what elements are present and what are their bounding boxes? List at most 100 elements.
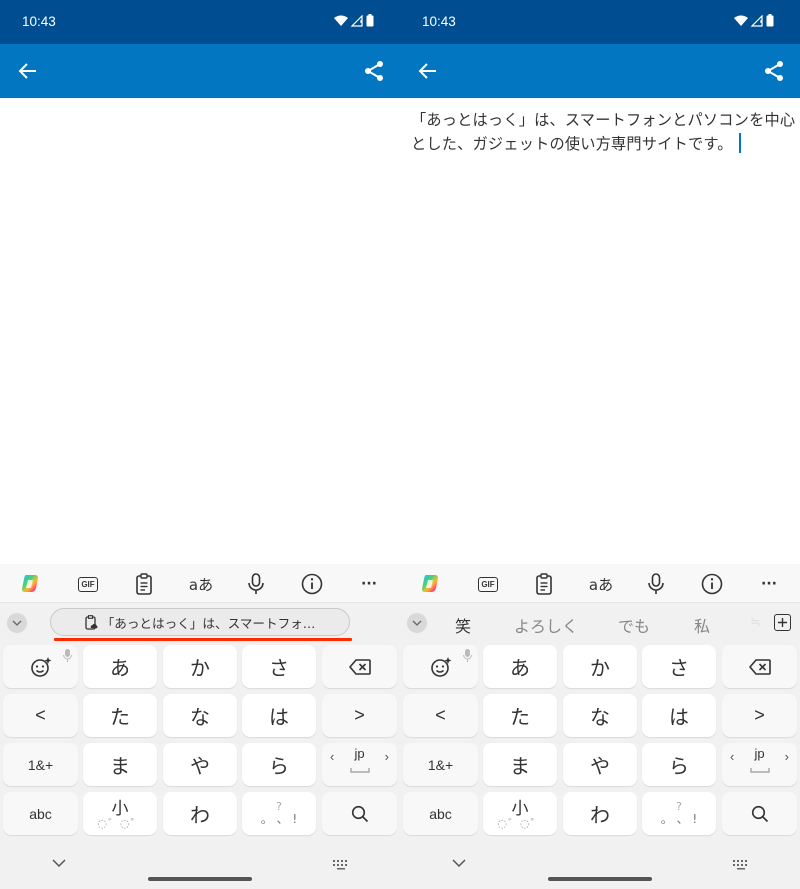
key-small-dakuten[interactable]: 小 ◌゛◌゜ xyxy=(83,792,157,835)
space-key[interactable]: ‹ jp › xyxy=(322,743,397,786)
candidate-3[interactable]: でも xyxy=(618,613,650,637)
candidate-1[interactable]: 笑 xyxy=(455,613,471,637)
emoji-sparkle-icon xyxy=(430,656,451,677)
suggestion-bar: 「あっとはっく」は、スマートフォ… xyxy=(0,604,400,644)
emoji-sparkle-icon xyxy=(30,656,51,677)
key-ma[interactable]: ま xyxy=(83,743,157,786)
clipboard-suggestion-chip[interactable]: 「あっとはっく」は、スマートフォ… xyxy=(50,608,350,636)
text-editor[interactable] xyxy=(0,98,400,564)
keyboard-switch-icon[interactable] xyxy=(332,859,350,871)
search-icon xyxy=(751,805,768,822)
key-small-dakuten[interactable]: 小 ◌゛◌゜ xyxy=(483,792,557,835)
keyboard-switch-icon[interactable] xyxy=(732,859,750,871)
numbers-symbols-key[interactable]: 1&+ xyxy=(3,743,78,786)
key-a[interactable]: あ xyxy=(483,645,557,688)
copilot-icon[interactable] xyxy=(18,572,42,596)
candidate-4[interactable]: 私 xyxy=(694,613,710,637)
backspace-key[interactable] xyxy=(722,645,797,688)
info-icon[interactable] xyxy=(700,572,724,596)
cursor-right-key[interactable]: > xyxy=(722,694,797,737)
key-sa[interactable]: さ xyxy=(642,645,716,688)
editor-text: 「あっとはっく」は、スマートフォンとパソコンを中心とした、ガジェットの使い方専門… xyxy=(411,111,796,153)
hide-keyboard-icon[interactable] xyxy=(52,859,66,867)
phone-screen-right: 10:43 「あっとはっく」は、スマートフォンとパソコンを中心とした、ガジェット… xyxy=(400,0,800,889)
copilot-icon[interactable] xyxy=(418,572,442,596)
more-icon[interactable]: ··· xyxy=(757,572,781,596)
abc-key[interactable]: abc xyxy=(403,792,478,835)
emoji-key[interactable] xyxy=(3,645,78,688)
cursor-left-key[interactable]: < xyxy=(403,694,478,737)
key-na[interactable]: な xyxy=(563,694,637,737)
arrow-left-icon[interactable] xyxy=(16,59,40,83)
key-na[interactable]: な xyxy=(163,694,237,737)
text-editor[interactable]: 「あっとはっく」は、スマートフォンとパソコンを中心とした、ガジェットの使い方専門… xyxy=(400,98,800,564)
key-ha[interactable]: は xyxy=(242,694,316,737)
key-ha[interactable]: は xyxy=(642,694,716,737)
space-bar-icon xyxy=(349,768,370,773)
key-punctuation[interactable]: ? 。 、 ! xyxy=(642,792,716,835)
key-wa[interactable]: わ xyxy=(163,792,237,835)
status-bar: 10:43 xyxy=(400,0,800,44)
key-ka[interactable]: か xyxy=(163,645,237,688)
chevron-down-icon[interactable] xyxy=(7,613,27,633)
gif-icon[interactable]: GIF xyxy=(76,572,100,596)
backspace-key[interactable] xyxy=(322,645,397,688)
key-a[interactable]: あ xyxy=(83,645,157,688)
chevron-down-icon[interactable] xyxy=(407,613,427,633)
translate-icon[interactable]: aあ xyxy=(588,572,614,596)
abc-key[interactable]: abc xyxy=(3,792,78,835)
more-icon[interactable]: ··· xyxy=(357,572,381,596)
info-icon[interactable] xyxy=(300,572,324,596)
search-key[interactable] xyxy=(322,792,397,835)
clipboard-icon[interactable] xyxy=(132,572,156,596)
key-ka[interactable]: か xyxy=(563,645,637,688)
gesture-handle[interactable] xyxy=(148,877,252,881)
status-time: 10:43 xyxy=(422,14,456,29)
wifi-icon xyxy=(334,15,348,26)
key-ra[interactable]: ら xyxy=(242,743,316,786)
mic-small-icon xyxy=(463,649,472,662)
signal-icon xyxy=(751,14,763,27)
add-icon[interactable] xyxy=(774,614,791,631)
arrow-left-icon[interactable] xyxy=(416,59,440,83)
key-ta[interactable]: た xyxy=(483,694,557,737)
keyboard-toolbar: GIF aあ ··· xyxy=(0,564,400,603)
emoji-key[interactable] xyxy=(403,645,478,688)
mic-small-icon xyxy=(63,649,72,662)
gif-icon[interactable]: GIF xyxy=(476,572,500,596)
numbers-symbols-key[interactable]: 1&+ xyxy=(403,743,478,786)
gesture-handle[interactable] xyxy=(548,877,652,881)
key-ma[interactable]: ま xyxy=(483,743,557,786)
share-icon[interactable] xyxy=(362,59,386,83)
mic-icon[interactable] xyxy=(644,572,668,596)
key-ya[interactable]: や xyxy=(163,743,237,786)
editor-text-container[interactable]: 「あっとはっく」は、スマートフォンとパソコンを中心とした、ガジェットの使い方専門… xyxy=(411,108,800,156)
key-wa[interactable]: わ xyxy=(563,792,637,835)
space-key[interactable]: ‹ jp › xyxy=(722,743,797,786)
status-bar: 10:43 xyxy=(0,0,400,44)
key-ta[interactable]: た xyxy=(83,694,157,737)
signal-icon xyxy=(351,14,363,27)
hide-keyboard-icon[interactable] xyxy=(452,859,466,867)
share-icon[interactable] xyxy=(762,59,786,83)
suggestion-bar: 笑 よろしく でも 私 ≒ xyxy=(400,604,800,644)
candidate-2[interactable]: よろしく xyxy=(514,613,578,637)
text-cursor xyxy=(738,133,741,153)
translate-icon[interactable]: aあ xyxy=(188,572,214,596)
space-bar-icon xyxy=(749,768,770,773)
key-sa[interactable]: さ xyxy=(242,645,316,688)
key-punctuation[interactable]: ? 。 、 ! xyxy=(242,792,316,835)
backspace-icon xyxy=(348,658,371,675)
cursor-left-key[interactable]: < xyxy=(3,694,78,737)
mic-icon[interactable] xyxy=(244,572,268,596)
key-ra[interactable]: ら xyxy=(642,743,716,786)
clipboard-icon[interactable] xyxy=(532,572,556,596)
candidate-overflow: ≒ xyxy=(750,615,761,630)
key-ya[interactable]: や xyxy=(563,743,637,786)
search-key[interactable] xyxy=(722,792,797,835)
phone-screen-left: 10:43 GIF aあ ··· 「あっとはっく」は、スマートフォ… あ か さ… xyxy=(0,0,400,889)
app-bar xyxy=(0,44,400,98)
cursor-right-key[interactable]: > xyxy=(322,694,397,737)
language-label: jp xyxy=(354,746,365,761)
backspace-icon xyxy=(748,658,771,675)
